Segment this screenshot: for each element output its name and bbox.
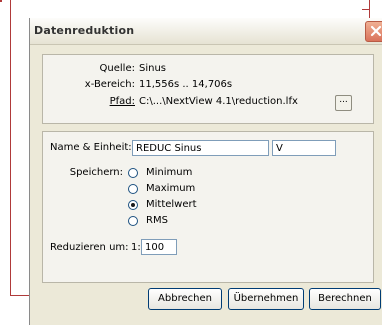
name-einheit-label: Name & Einheit:: [50, 142, 132, 153]
background-line-bottom: [10, 295, 30, 296]
radio-rms-button[interactable]: [128, 216, 138, 226]
radio-maximum-button[interactable]: [128, 184, 138, 194]
radio-minimum-button[interactable]: [128, 168, 138, 178]
background-line-left: [10, 0, 11, 296]
pfad-label: Pfad:: [109, 96, 135, 107]
quelle-label: Quelle:: [99, 63, 135, 74]
datenreduktion-dialog: Datenreduktion Quelle: Sinus x-Bereich: …: [29, 18, 382, 325]
settings-panel: Name & Einheit: REDUC Sinus V Speichern:…: [42, 131, 374, 283]
reduzieren-label: Reduzieren um:: [50, 242, 129, 253]
uebernehmen-button[interactable]: Übernehmen: [228, 288, 304, 310]
radio-maximum-label: Maximum: [146, 183, 196, 194]
title-bar[interactable]: Datenreduktion: [30, 18, 382, 45]
close-icon: [370, 25, 382, 37]
radio-mittelwert-button[interactable]: [128, 200, 138, 210]
source-info-panel: Quelle: Sinus x-Bereich: 11,556s .. 14,7…: [42, 54, 374, 124]
radio-minimum-label: Minimum: [146, 167, 193, 178]
background-line-top: [0, 0, 2, 2]
background-line-corner: [362, 9, 370, 10]
reduzieren-input[interactable]: 100: [141, 239, 177, 255]
unit-input[interactable]: V: [272, 140, 336, 156]
reduzieren-prefix: 1:: [131, 242, 141, 253]
speichern-label: Speichern:: [69, 167, 123, 178]
close-button[interactable]: [365, 21, 382, 42]
pfad-value: C:\...\NextView 4.1\reduction.lfx: [139, 96, 298, 107]
quelle-value: Sinus: [139, 63, 167, 74]
radio-mittelwert-label: Mittelwert: [146, 199, 197, 210]
dialog-title: Datenreduktion: [34, 24, 135, 37]
radio-rms-label: RMS: [146, 215, 168, 226]
berechnen-button[interactable]: Berechnen: [309, 288, 381, 310]
browse-button[interactable]: ...: [335, 95, 352, 111]
x-bereich-value: 11,556s .. 14,706s: [139, 79, 233, 90]
x-bereich-label: x-Bereich:: [84, 79, 135, 90]
name-input[interactable]: REDUC Sinus: [132, 140, 269, 156]
abbrechen-button[interactable]: Abbrechen: [148, 288, 222, 310]
